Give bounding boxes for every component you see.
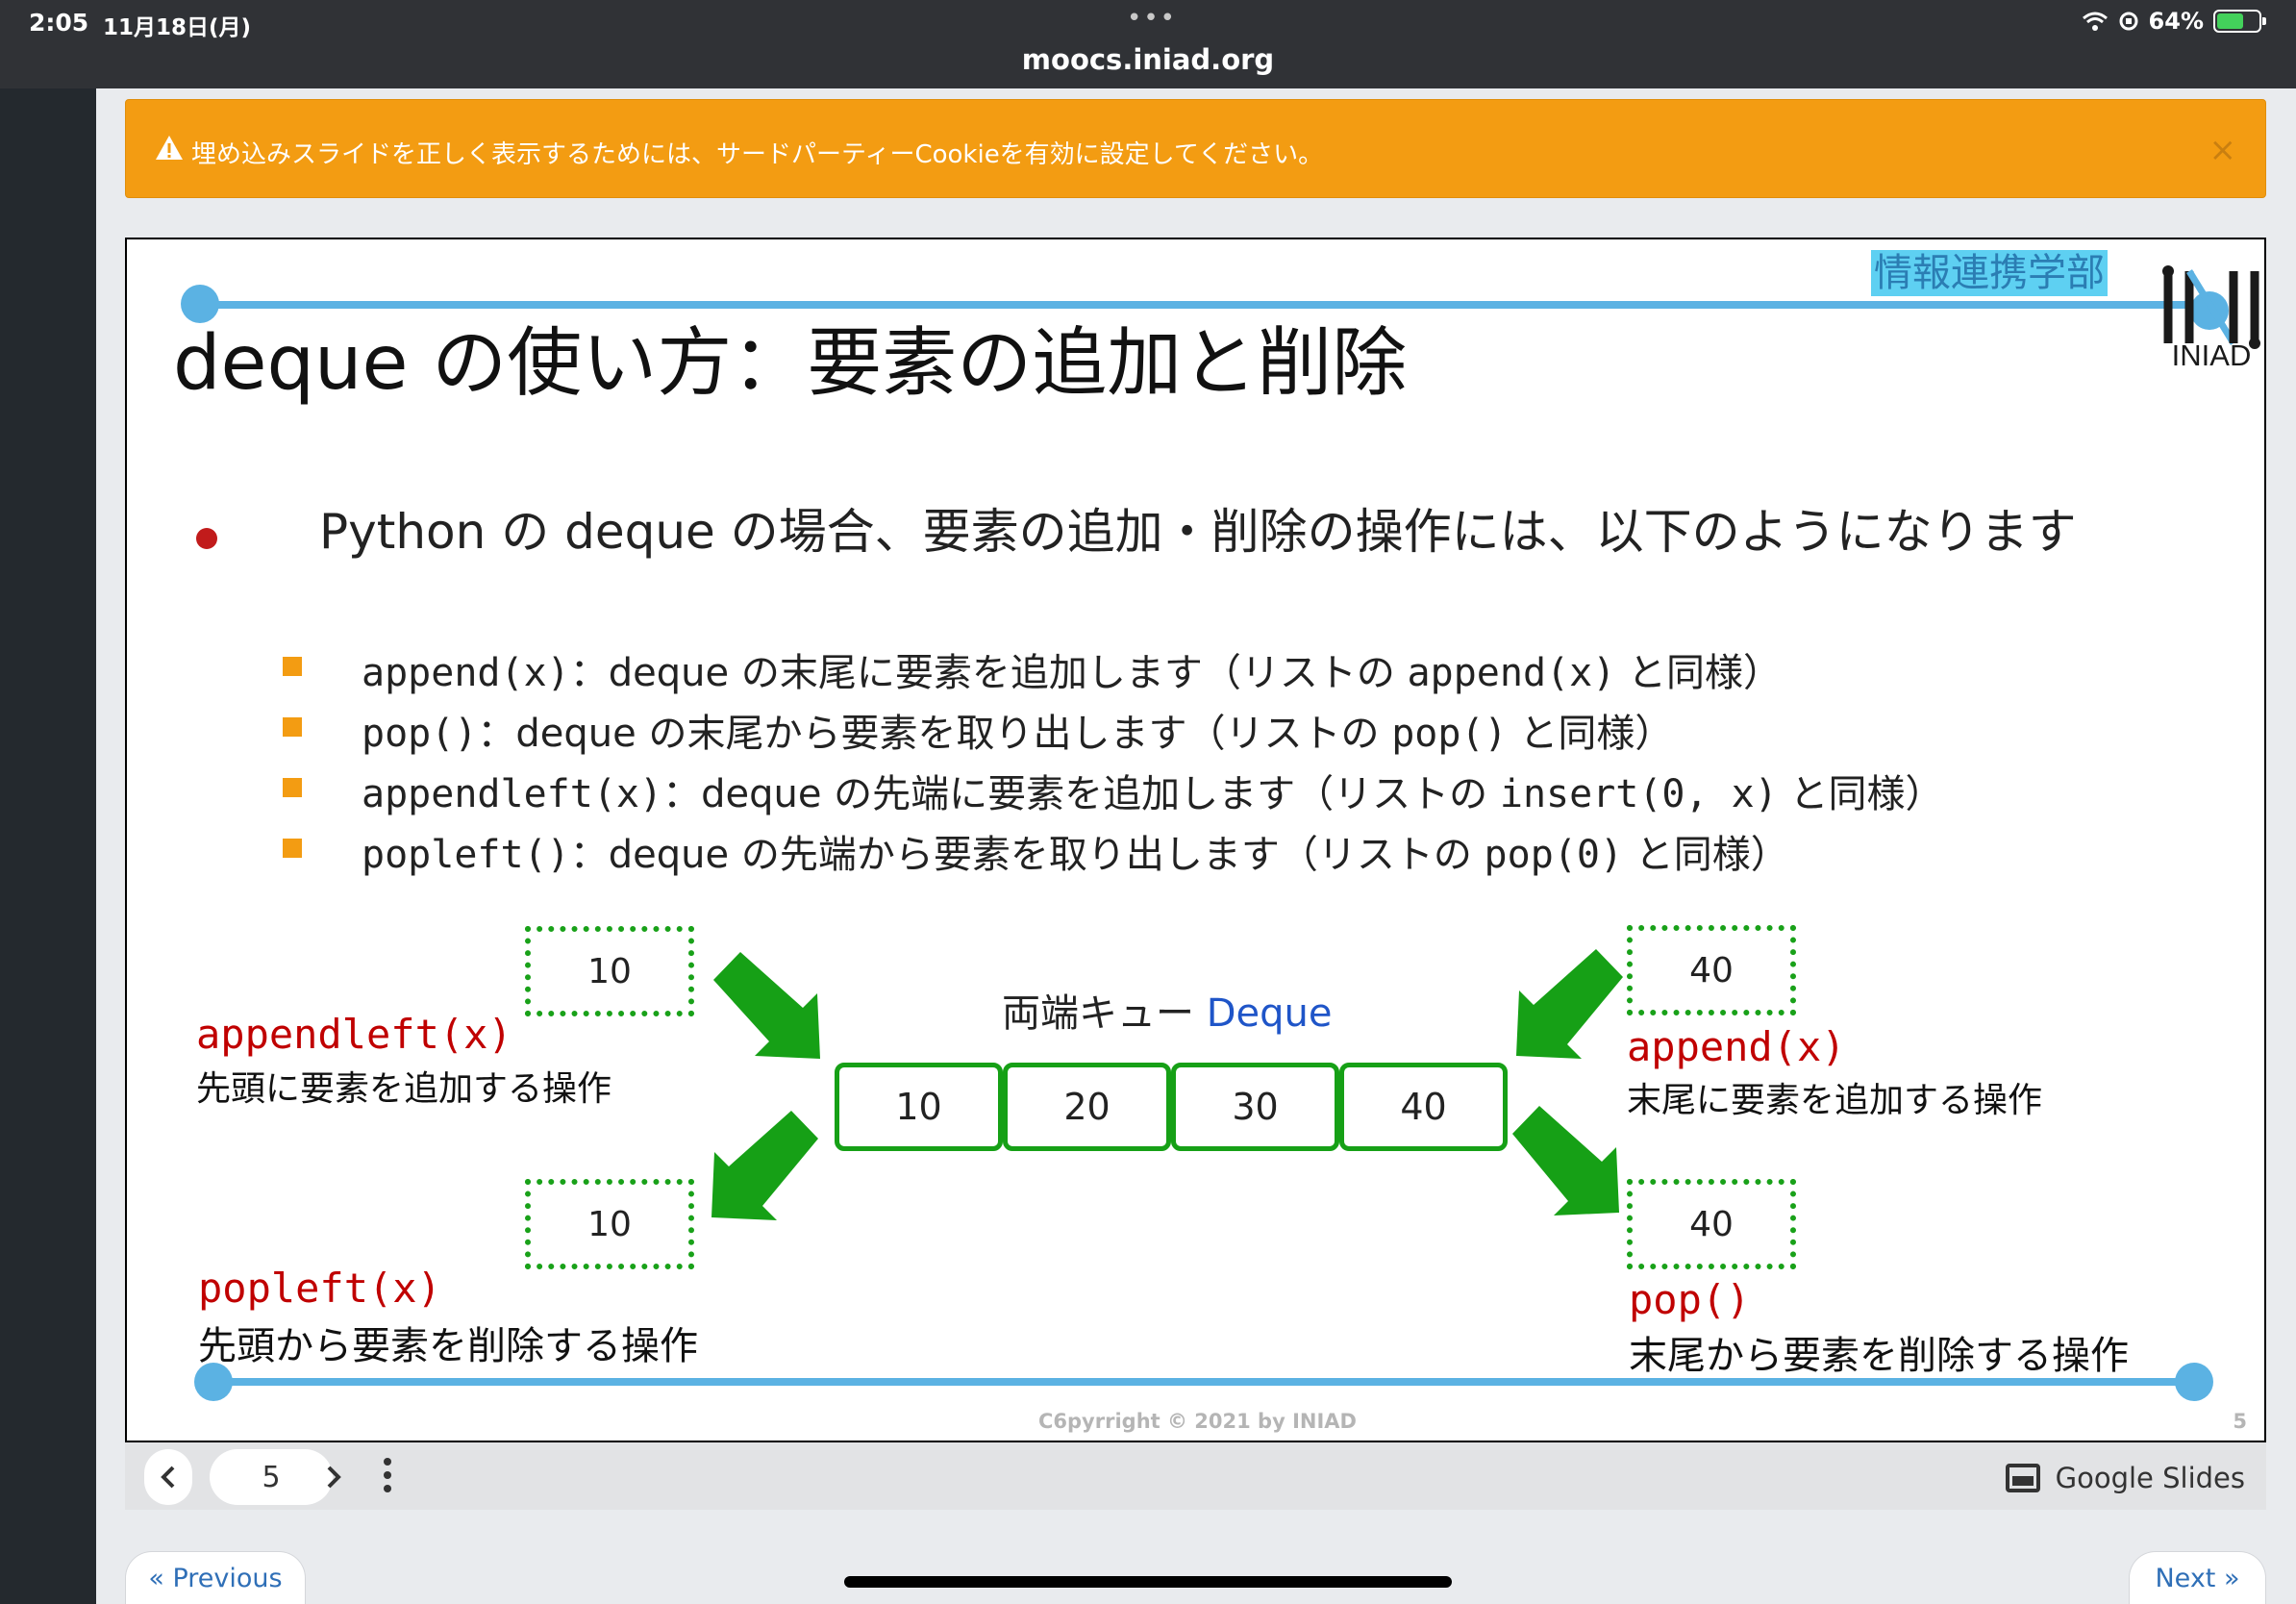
next-page-button[interactable]: Next »	[2129, 1551, 2266, 1604]
warning-icon	[156, 136, 183, 160]
diagram-arrows	[711, 949, 1623, 1220]
chevron-right-icon	[327, 1466, 341, 1489]
slides-controls: 5 Google Slides	[125, 1442, 2266, 1510]
battery-icon	[2213, 10, 2266, 33]
status-date: 11月18日(月)	[103, 15, 252, 40]
chevron-left-icon	[161, 1466, 175, 1489]
appendleft-arrow	[713, 952, 820, 1059]
bottom-left-dot	[194, 1363, 233, 1401]
embedded-slide: 情報連携学部 INIAD deque の使い方：要素の追加と削除 Python …	[125, 238, 2266, 1442]
pop-arrow	[1512, 1106, 1619, 1216]
status-time: 2:05	[29, 9, 89, 37]
orientation-lock-icon	[2119, 12, 2138, 31]
google-slides-link[interactable]: Google Slides	[2005, 1462, 2245, 1494]
status-indicators: 64%	[2082, 8, 2266, 35]
appendleft-name: appendleft(x)	[196, 1011, 512, 1058]
appendleft-description: 先頭に要素を追加する操作	[196, 1069, 612, 1109]
pop-description: 末尾から要素を削除する操作	[1629, 1334, 2129, 1378]
popleft-arrow	[711, 1111, 818, 1220]
copyright-text: C6pyrright © 2021 by INIAD	[1038, 1410, 1357, 1433]
wifi-icon	[2082, 12, 2108, 31]
append-name: append(x)	[1627, 1023, 1846, 1070]
multitasking-dots-icon[interactable]: •••	[1127, 4, 1177, 33]
popleft-name: popleft(x)	[198, 1265, 441, 1312]
bottom-right-dot	[2175, 1363, 2213, 1401]
next-slide-button[interactable]	[310, 1449, 358, 1505]
home-indicator[interactable]	[844, 1576, 1452, 1588]
address-bar-url[interactable]: moocs.iniad.org	[0, 43, 2296, 76]
append-arrow	[1516, 949, 1623, 1059]
pop-name: pop()	[1629, 1276, 1751, 1323]
battery-percent: 64%	[2148, 8, 2204, 35]
browser-top-bar: 2:05 11月18日(月) ••• moocs.iniad.org 64%	[0, 0, 2296, 88]
footer-bar	[212, 1378, 2195, 1386]
alert-message: 埋め込みスライドを正しく表示するためには、サードパーティーCookieを有効に設…	[191, 140, 1324, 169]
popleft-description: 先頭から要素を削除する操作	[198, 1324, 698, 1368]
left-sidebar-strip	[0, 88, 96, 1604]
append-description: 末尾に要素を追加する操作	[1627, 1081, 2043, 1120]
cookie-warning-alert: 埋め込みスライドを正しく表示するためには、サードパーティーCookieを有効に設…	[125, 99, 2266, 198]
previous-slide-button[interactable]	[144, 1449, 192, 1505]
previous-page-button[interactable]: « Previous	[125, 1551, 306, 1604]
slides-icon	[2005, 1464, 2040, 1492]
more-options-icon[interactable]	[383, 1456, 392, 1494]
battery-fill	[2217, 13, 2243, 29]
google-slides-label: Google Slides	[2055, 1462, 2245, 1494]
close-icon[interactable]: ×	[2209, 131, 2237, 169]
slide-page-number: 5	[2233, 1410, 2247, 1433]
